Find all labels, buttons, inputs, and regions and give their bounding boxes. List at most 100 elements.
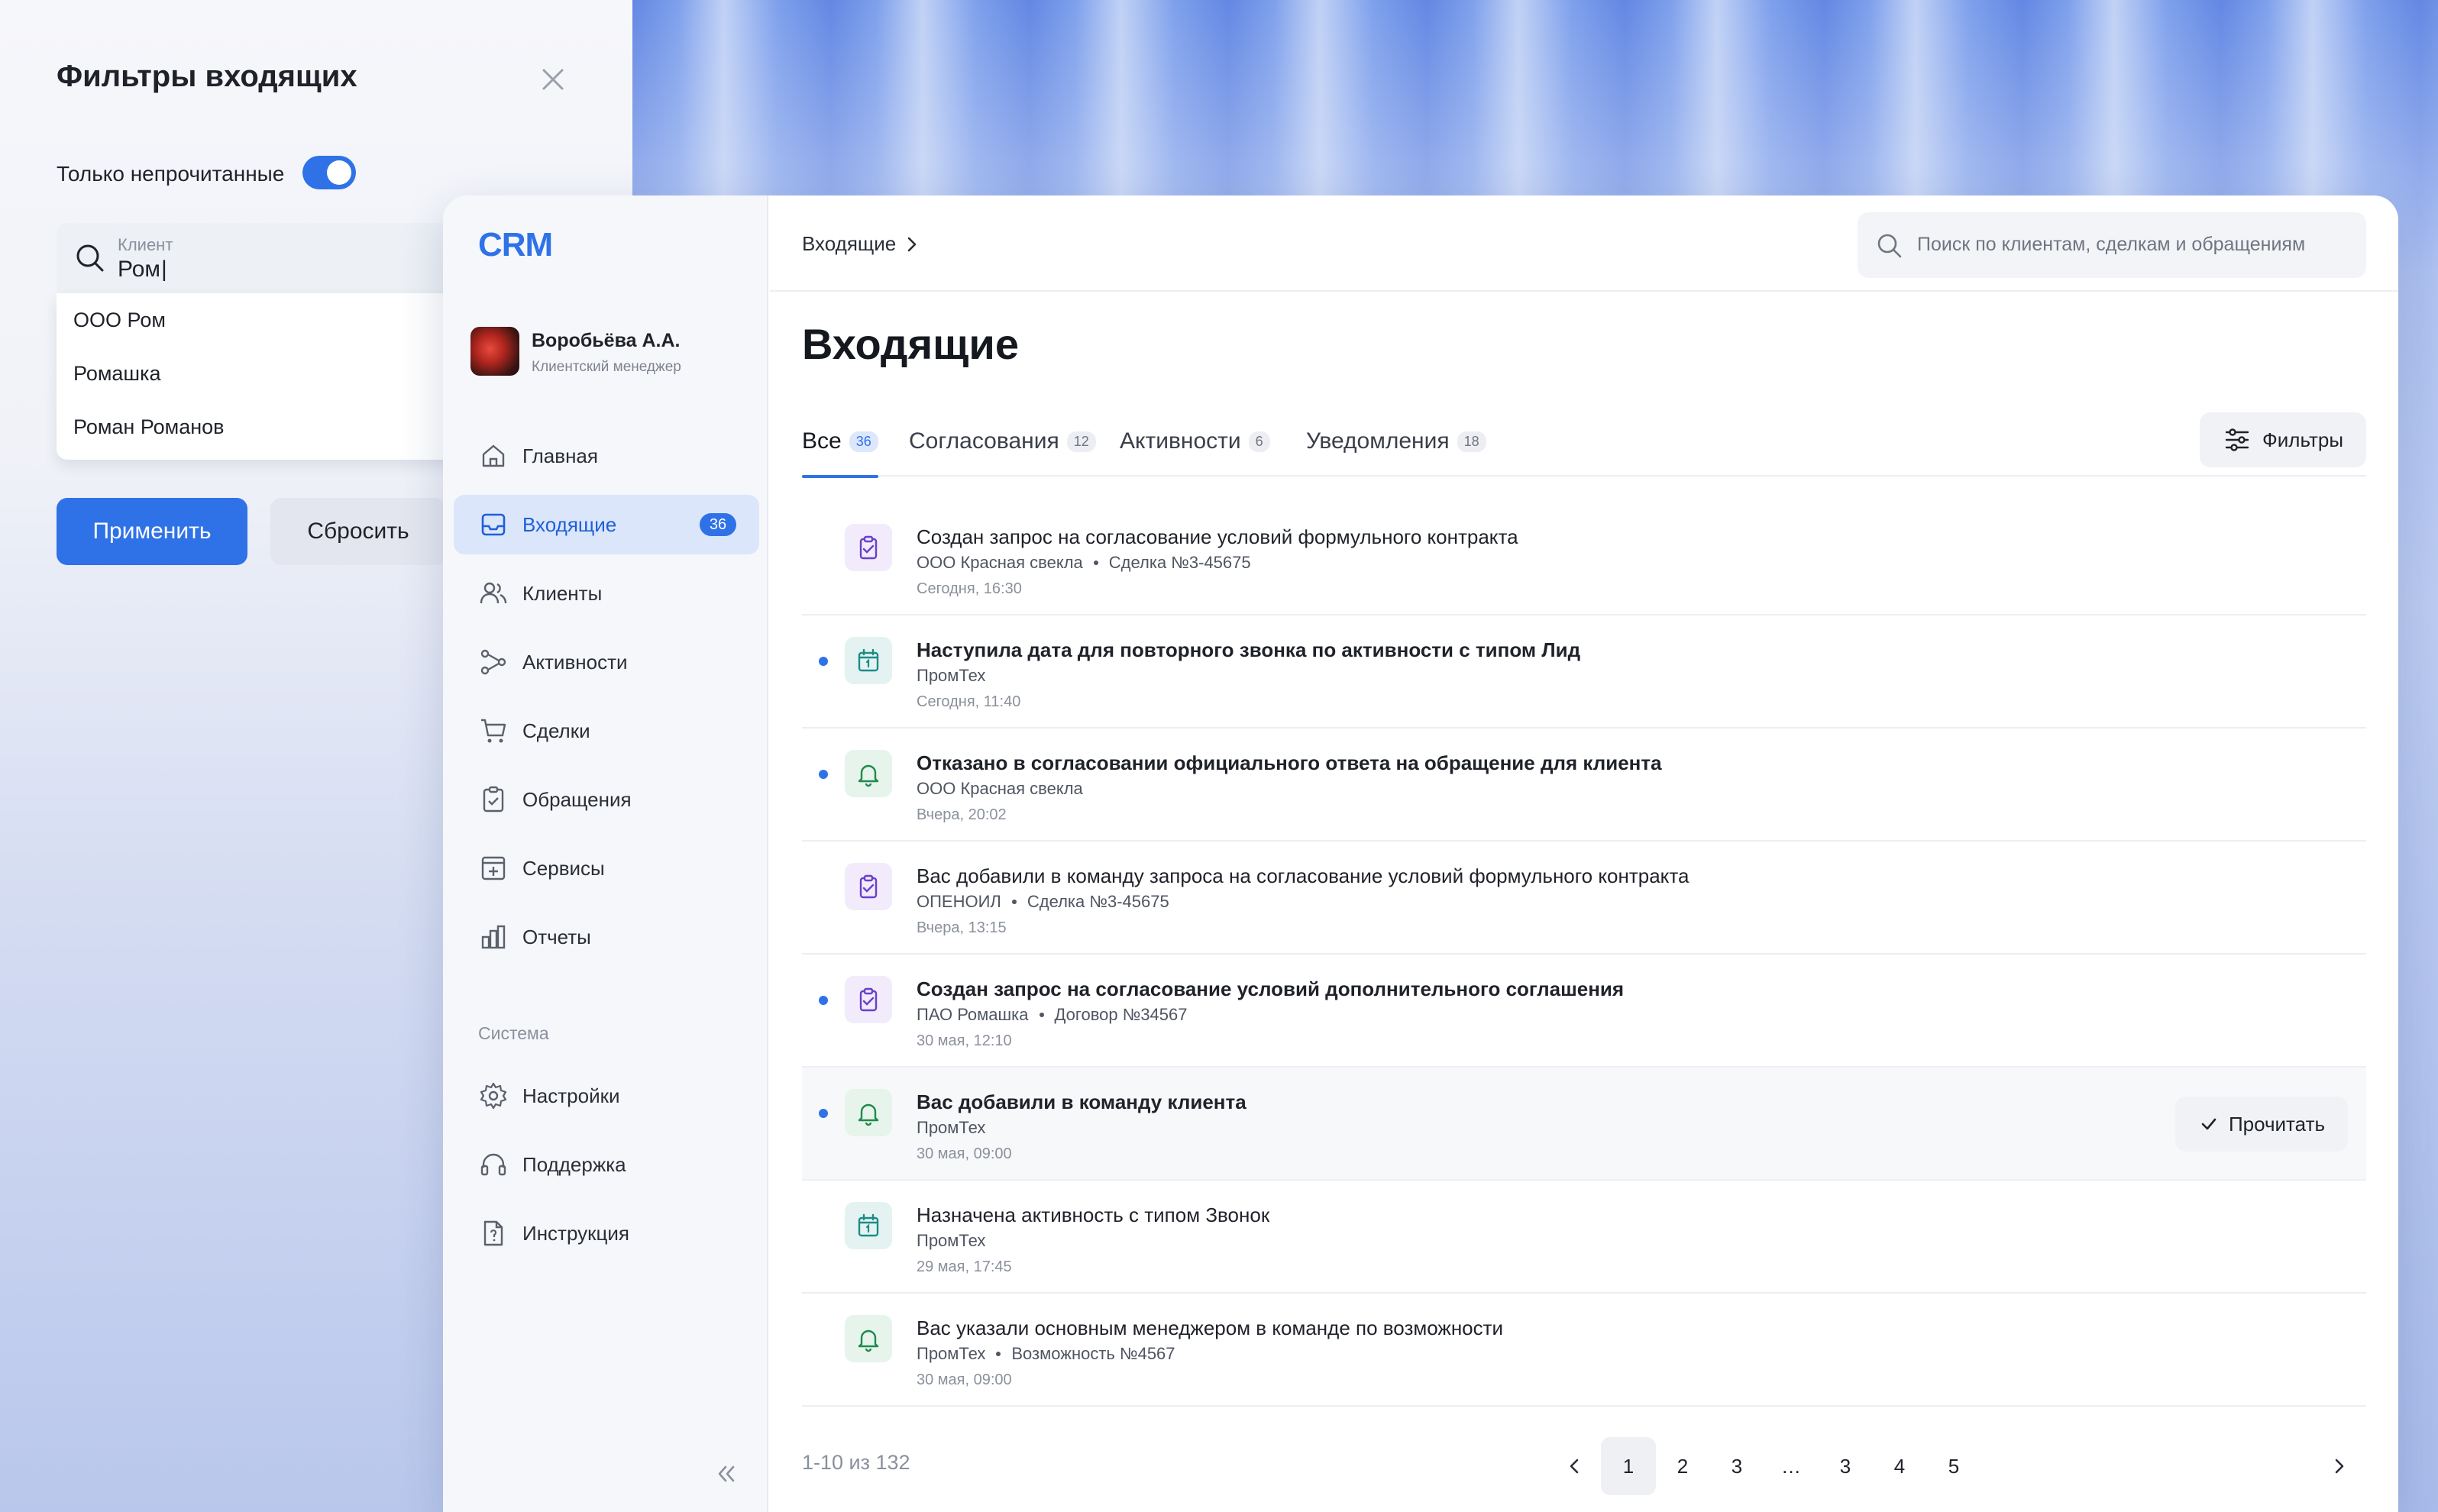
inbox-row[interactable]: Вас указали основным менеджером в команд…	[802, 1294, 2366, 1407]
clipboard-check-icon	[845, 863, 892, 910]
inbox-row-title: Создан запрос на согласование условий до…	[917, 977, 1625, 1000]
bell-icon	[845, 750, 892, 797]
close-icon[interactable]	[535, 61, 571, 98]
page-ellipsis[interactable]: …	[1764, 1437, 1819, 1495]
tab-label: Активности	[1120, 428, 1241, 454]
client-field-value[interactable]: Ром	[118, 257, 167, 283]
chevron-right-icon	[907, 237, 917, 251]
inbox-row-meta: ООО Красная свекла	[917, 779, 1083, 799]
inbox-row-meta: ПромТех Возможность №4567	[917, 1344, 1175, 1364]
page-button[interactable]: 3	[1709, 1437, 1764, 1495]
sidebar-item-instructions[interactable]: Инструкция	[454, 1203, 759, 1263]
calendar-icon	[845, 637, 892, 684]
tab-notifications[interactable]: Уведомления 18	[1306, 406, 1486, 477]
inbox-row[interactable]: Создан запрос на согласование условий фо…	[802, 502, 2366, 615]
system-section-label: Система	[478, 1023, 549, 1043]
user-name[interactable]: Воробьёва А.А.	[532, 330, 680, 352]
inbox-row[interactable]: Вас добавили в команду клиента ПромТех 30 …	[802, 1068, 2366, 1181]
inbox-row-meta: ПромТех	[917, 666, 985, 686]
prev-page-button[interactable]	[1547, 1437, 1602, 1495]
main-nav: Главная Входящие 36 Клиенты Активности С…	[454, 426, 759, 976]
apply-button[interactable]: Применить	[57, 498, 247, 565]
sidebar-item-services[interactable]: Сервисы	[454, 838, 759, 898]
sidebar-item-home[interactable]: Главная	[454, 426, 759, 486]
services-icon	[481, 856, 506, 880]
sidebar-item-label: Главная	[522, 444, 598, 467]
page-button[interactable]: 5	[1926, 1437, 1981, 1495]
tab-approvals[interactable]: Согласования 12	[909, 406, 1096, 477]
sidebar-item-reports[interactable]: Отчеты	[454, 907, 759, 967]
inbox-row-time: Вчера, 20:02	[917, 806, 1007, 823]
next-page-button[interactable]	[2311, 1437, 2366, 1495]
inbox-row-client: ООО Красная свекла	[917, 553, 1083, 572]
filters-button[interactable]: Фильтры	[2200, 412, 2366, 467]
sidebar-item-label: Сделки	[522, 719, 590, 742]
tab-label: Все	[802, 428, 842, 454]
sidebar-item-settings[interactable]: Настройки	[454, 1066, 759, 1126]
inbox-row[interactable]: Назначена активность с типом Звонок ПромТ…	[802, 1181, 2366, 1294]
sidebar-item-activities[interactable]: Активности	[454, 632, 759, 692]
client-field-label: Клиент	[118, 235, 173, 254]
page-button[interactable]: 4	[1872, 1437, 1927, 1495]
mark-read-button[interactable]: Прочитать	[2175, 1097, 2348, 1152]
sidebar-item-inbox[interactable]: Входящие 36	[454, 495, 759, 554]
inbox-row-meta: ПромТех	[917, 1118, 985, 1138]
app-logo[interactable]: CRM	[478, 226, 553, 264]
inbox-row-time: Сегодня, 16:30	[917, 580, 1022, 597]
inbox-row-time: 30 мая, 09:00	[917, 1145, 1012, 1162]
sidebar-item-label: Поддержка	[522, 1152, 626, 1176]
meta-separator	[1039, 1013, 1044, 1017]
sidebar-item-support[interactable]: Поддержка	[454, 1135, 759, 1194]
unread-only-toggle[interactable]	[302, 156, 356, 189]
sidebar-item-requests[interactable]: Обращения	[454, 770, 759, 829]
tab-count: 18	[1457, 431, 1486, 452]
chevron-right-icon	[2335, 1459, 2344, 1474]
page-button[interactable]: 2	[1655, 1437, 1710, 1495]
gear-icon	[480, 1082, 507, 1110]
inbox-row-link[interactable]: Сделка №3-45675	[1109, 553, 1251, 573]
avatar[interactable]	[470, 327, 519, 376]
inbox-row-title: Вас добавили в команду клиента	[917, 1090, 1246, 1113]
inbox-row[interactable]: Отказано в согласовании официального отв…	[802, 729, 2366, 842]
tab-all[interactable]: Все 36	[802, 406, 878, 478]
inbox-row[interactable]: Создан запрос на согласование условий до…	[802, 955, 2366, 1068]
activity-icon	[480, 649, 506, 675]
tab-count: 12	[1066, 431, 1096, 452]
sidebar-item-deals[interactable]: Сделки	[454, 701, 759, 761]
inbox-row-title: Наступила дата для повторного звонка по …	[917, 638, 1581, 661]
reset-button[interactable]: Сбросить	[270, 498, 446, 565]
inbox-row-time: 30 мая, 12:10	[917, 1032, 1012, 1049]
clipboard-icon	[483, 786, 504, 813]
tab-activities[interactable]: Активности 6	[1120, 406, 1270, 477]
sidebar: CRM Воробьёва А.А. Клиентский менеджер Г…	[443, 195, 768, 1512]
page-button[interactable]: 1	[1601, 1437, 1656, 1495]
page-button[interactable]: 3	[1818, 1437, 1873, 1495]
inbox-row-meta: ОПЕНОИЛ Сделка №3-45675	[917, 892, 1169, 912]
sidebar-item-label: Обращения	[522, 787, 632, 811]
inbox-row-title: Отказано в согласовании официального отв…	[917, 751, 1662, 774]
global-search-input[interactable]: Поиск по клиентам, сделкам и обращениям	[1858, 212, 2366, 278]
tab-label: Уведомления	[1306, 428, 1450, 454]
bell-icon	[845, 1089, 892, 1136]
inbox-row-link[interactable]: Возможность №4567	[1011, 1344, 1175, 1364]
chevron-left-icon	[1570, 1459, 1579, 1474]
headset-icon	[480, 1153, 506, 1176]
unread-dot	[819, 996, 828, 1005]
inbox-row[interactable]: Наступила дата для повторного звонка по …	[802, 615, 2366, 729]
sliders-icon	[2225, 428, 2249, 451]
search-placeholder: Поиск по клиентам, сделкам и обращениям	[1917, 234, 2306, 255]
collapse-sidebar-icon[interactable]	[712, 1460, 739, 1488]
inbox-list: Создан запрос на согласование условий фо…	[802, 502, 2366, 1407]
inbox-row-client: ПромТех	[917, 1231, 986, 1250]
inbox-row-title: Создан запрос на согласование условий фо…	[917, 525, 1518, 548]
clipboard-check-icon	[845, 524, 892, 571]
inbox-row-link[interactable]: Сделка №3-45675	[1027, 892, 1169, 912]
inbox-row-link[interactable]: Договор №34567	[1055, 1005, 1188, 1025]
bell-icon	[845, 1315, 892, 1362]
page-title: Входящие	[802, 320, 1019, 368]
sidebar-item-clients[interactable]: Клиенты	[454, 564, 759, 623]
home-icon	[482, 444, 505, 467]
inbox-row-meta: ПАО Ромашка Договор №34567	[917, 1005, 1188, 1025]
inbox-row[interactable]: Вас добавили в команду запроса на соглас…	[802, 842, 2366, 955]
breadcrumb[interactable]: Входящие	[802, 232, 923, 256]
